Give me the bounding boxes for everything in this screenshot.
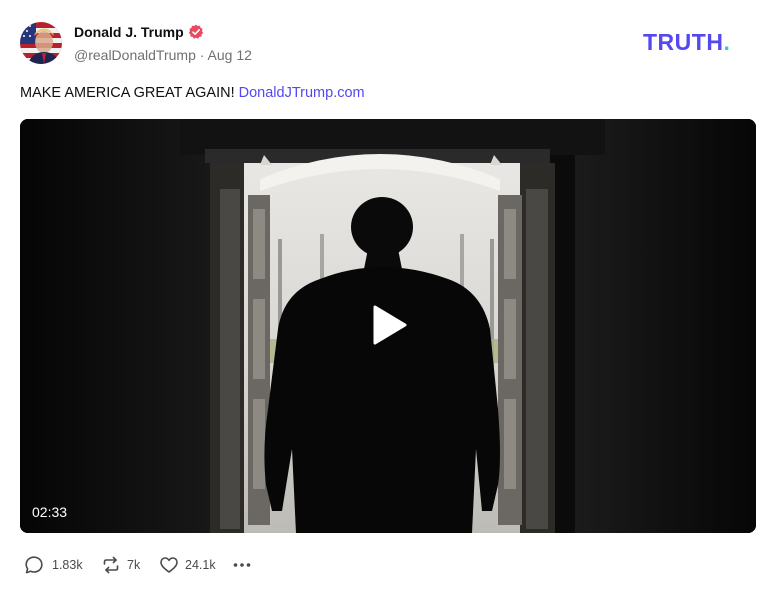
post-link[interactable]: DonaldJTrump.com	[239, 85, 365, 101]
reply-button[interactable]: 1.83k	[24, 553, 86, 577]
reply-count: 1.83k	[52, 558, 83, 572]
logo-text: TRUTH	[643, 29, 724, 55]
author-name[interactable]: Donald J. Trump	[74, 23, 184, 41]
retruth-count: 7k	[127, 558, 141, 572]
play-icon[interactable]	[370, 305, 410, 345]
video-duration: 02:33	[32, 504, 68, 520]
reply-icon	[24, 555, 44, 575]
meta-separator: ·	[199, 47, 205, 63]
post-date[interactable]: Aug 12	[208, 47, 252, 63]
truth-post: Donald J. Trump @realDonaldTrump · Aug 1…	[0, 0, 777, 595]
logo-dot: .	[723, 29, 731, 55]
video-player[interactable]: 02:33	[20, 119, 756, 533]
heart-icon	[159, 555, 179, 575]
more-icon	[232, 555, 252, 575]
post-meta: @realDonaldTrump · Aug 12	[74, 46, 252, 64]
more-button[interactable]	[232, 553, 256, 577]
post-text: MAKE AMERICA GREAT AGAIN! DonaldJTrump.c…	[20, 84, 365, 102]
retruth-icon	[101, 555, 121, 575]
like-count: 24.1k	[185, 558, 216, 572]
verified-badge-icon	[188, 24, 204, 40]
retruth-button[interactable]: 7k	[101, 553, 145, 577]
truth-logo[interactable]: TRUTH.	[643, 29, 730, 55]
post-body: MAKE AMERICA GREAT AGAIN!	[20, 85, 235, 101]
avatar[interactable]	[20, 22, 62, 64]
like-button[interactable]: 24.1k	[159, 553, 217, 577]
author-handle[interactable]: @realDonaldTrump	[74, 47, 196, 63]
